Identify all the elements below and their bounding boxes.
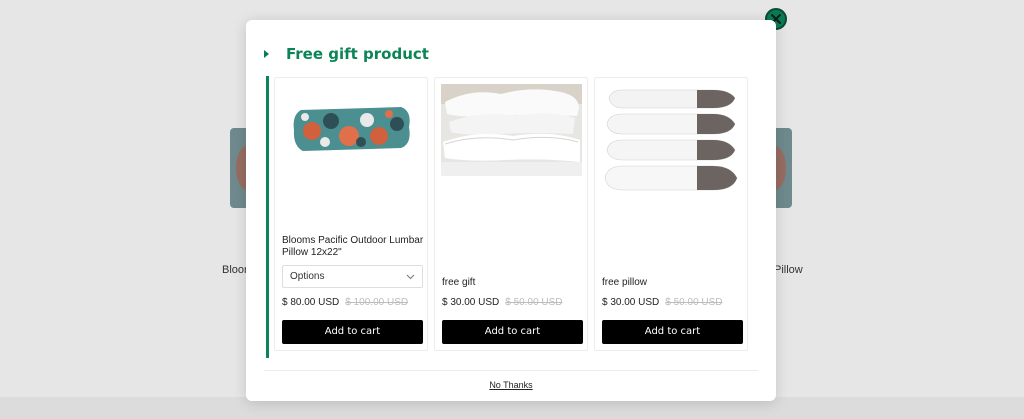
- product-card: Blooms Pacific Outdoor Lumbar Pillow 12x…: [274, 77, 428, 351]
- modal-title: Free gift product: [286, 45, 429, 63]
- options-select-value: Options: [290, 271, 325, 282]
- product-price: $ 30.00 USD: [442, 297, 500, 308]
- product-image[interactable]: [601, 84, 742, 204]
- modal-heading: Free gift product: [264, 45, 429, 63]
- product-card: free gift $ 30.00 USD $ 50.00 USD Add to …: [434, 77, 588, 351]
- product-compare-price: $ 50.00 USD: [505, 297, 563, 308]
- product-price-row: $ 80.00 USD $ 100.00 USD: [282, 297, 408, 308]
- product-price-row: $ 30.00 USD $ 50.00 USD: [442, 297, 563, 308]
- no-thanks-link[interactable]: No Thanks: [246, 380, 776, 390]
- add-to-cart-button[interactable]: Add to cart: [602, 320, 743, 344]
- product-image[interactable]: [441, 84, 582, 176]
- chevron-down-icon: [406, 274, 415, 279]
- product-compare-price: $ 100.00 USD: [345, 297, 409, 308]
- product-list: Blooms Pacific Outdoor Lumbar Pillow 12x…: [274, 77, 752, 351]
- add-to-cart-button[interactable]: Add to cart: [442, 320, 583, 344]
- background-product-title: Pillow: [774, 264, 803, 276]
- product-title[interactable]: free gift: [442, 277, 475, 289]
- product-price-row: $ 30.00 USD $ 50.00 USD: [602, 297, 723, 308]
- options-select[interactable]: Options: [282, 265, 423, 288]
- footer-divider: [264, 370, 758, 371]
- accent-bar: [266, 76, 269, 358]
- caret-right-icon: [264, 50, 269, 58]
- product-compare-price: $ 50.00 USD: [665, 297, 723, 308]
- product-title[interactable]: Blooms Pacific Outdoor Lumbar Pillow 12x…: [282, 235, 424, 259]
- product-title[interactable]: free pillow: [602, 277, 647, 289]
- free-gift-modal: Free gift product Blooms Pacific Outdoor…: [246, 20, 776, 401]
- product-image[interactable]: [281, 84, 422, 176]
- product-price: $ 30.00 USD: [602, 297, 660, 308]
- product-card: free pillow $ 30.00 USD $ 50.00 USD Add t…: [594, 77, 748, 351]
- product-price: $ 80.00 USD: [282, 297, 340, 308]
- add-to-cart-button[interactable]: Add to cart: [282, 320, 423, 344]
